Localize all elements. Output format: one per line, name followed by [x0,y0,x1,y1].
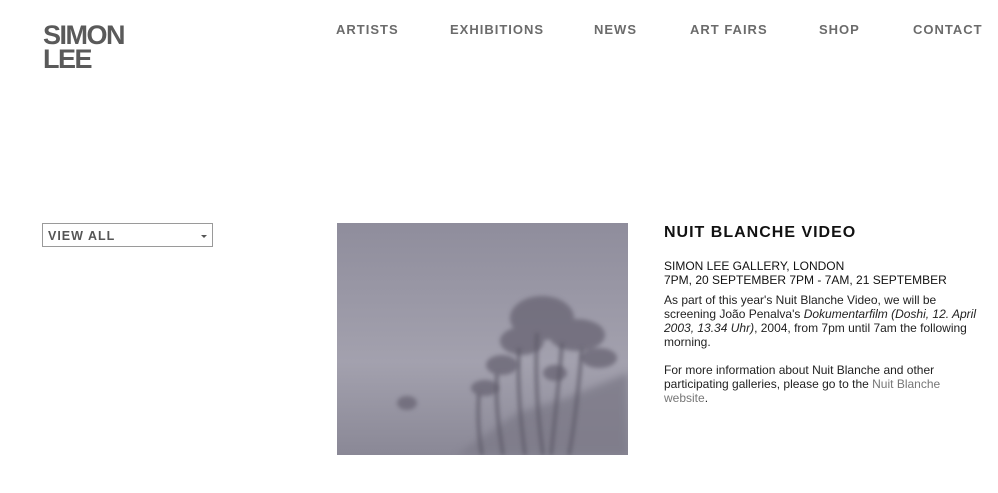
nav-contact[interactable]: CONTACT [913,22,983,37]
article: NUIT BLANCHE VIDEO SIMON LEE GALLERY, LO… [664,223,984,419]
p2-text-c: . [704,391,709,405]
view-filter-select[interactable]: VIEW ALL [42,223,213,247]
nav-news[interactable]: NEWS [594,22,637,37]
article-title: NUIT BLANCHE VIDEO [664,224,857,241]
main-nav: ARTISTS EXHIBITIONS NEWS ART FAIRS SHOP … [0,22,998,38]
foggy-trees-image [337,223,628,455]
article-venue: SIMON LEE GALLERY, LONDON [664,259,845,273]
article-paragraph-2: For more information about Nuit Blanche … [664,363,984,405]
chevron-down-icon [201,235,207,238]
logo-line-2: LEE [43,44,93,74]
article-paragraph-1: As part of this year's Nuit Blanche Vide… [664,293,984,349]
nav-artists[interactable]: ARTISTS [336,22,399,37]
nav-art-fairs[interactable]: ART FAIRS [690,22,768,37]
exhibition-image[interactable] [337,223,628,455]
nav-exhibitions[interactable]: EXHIBITIONS [450,22,544,37]
article-time: 7PM, 20 SEPTEMBER 7PM - 7AM, 21 SEPTEMBE… [664,273,947,287]
filter-selected-value: VIEW ALL [48,229,116,243]
nav-shop[interactable]: SHOP [819,22,860,37]
article-venue-time: SIMON LEE GALLERY, LONDON 7PM, 20 SEPTEM… [664,259,984,287]
